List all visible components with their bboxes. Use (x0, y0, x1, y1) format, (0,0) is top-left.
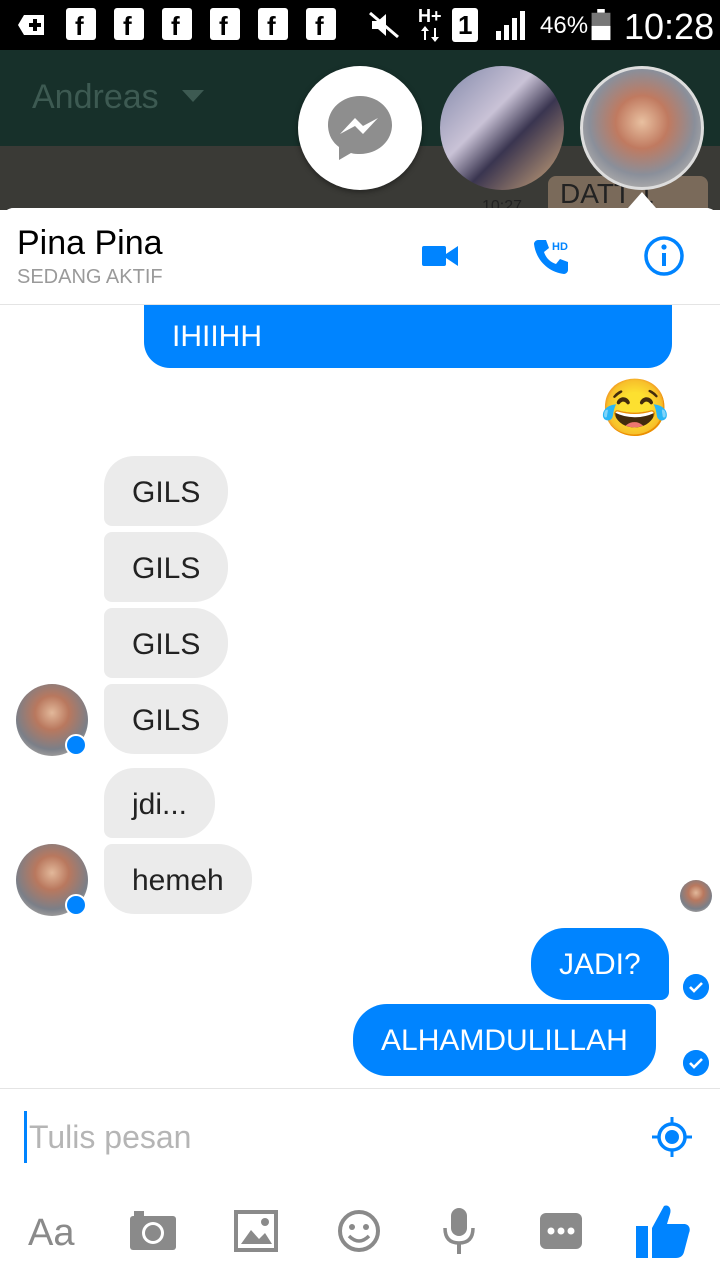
message-input[interactable] (24, 1111, 631, 1163)
messenger-badge-icon (65, 734, 87, 756)
background-app-title: Andreas (32, 78, 159, 116)
hd-label: HD (552, 241, 568, 253)
add-notification-icon (18, 15, 44, 35)
seen-indicator-avatar (680, 880, 712, 912)
camera-icon[interactable] (128, 1206, 178, 1256)
like-icon[interactable] (634, 1200, 692, 1260)
messenger-icon (328, 96, 392, 160)
sent-check-icon (683, 974, 709, 1000)
battery-percent: 46% (540, 12, 589, 39)
data-arrows-icon (421, 26, 439, 42)
sent-check-icon (683, 1050, 709, 1076)
incoming-message[interactable]: GILS (104, 532, 229, 602)
outgoing-message[interactable]: ALHAMDULILLAH (353, 1004, 656, 1076)
gallery-icon[interactable] (232, 1206, 282, 1256)
incoming-message[interactable]: GILS (104, 456, 229, 526)
messenger-chat-head[interactable] (298, 66, 422, 190)
signal-icon (496, 11, 525, 40)
more-icon[interactable] (536, 1206, 586, 1256)
facebook-notification-icon: f (258, 8, 288, 41)
location-icon[interactable] (652, 1117, 692, 1157)
outgoing-message[interactable]: IHIIHH (144, 304, 672, 368)
battery-icon (591, 9, 611, 41)
composer-toolbar: Aa (0, 1182, 720, 1280)
hd-voice-call-icon[interactable]: HD (530, 234, 574, 278)
emoji-message[interactable]: 😂 (600, 374, 670, 442)
facebook-notification-icon: f (210, 8, 240, 41)
incoming-message[interactable]: jdi... (104, 768, 216, 838)
chat-head-pointer (628, 192, 656, 208)
outgoing-message[interactable]: JADI? (531, 928, 669, 1000)
incoming-message[interactable]: hemeh (104, 844, 252, 914)
composer (0, 1088, 720, 1183)
mic-icon[interactable] (434, 1206, 484, 1256)
incoming-message[interactable]: GILS (104, 684, 229, 754)
clock: 10:28 (624, 6, 715, 47)
video-call-icon[interactable] (418, 234, 462, 278)
chat-header: Pina Pina SEDANG AKTIF HD (0, 208, 720, 305)
chevron-down-icon (182, 90, 204, 102)
chat-head-avatar-active[interactable] (580, 66, 704, 190)
facebook-notification-icon: f (114, 8, 144, 41)
message-list[interactable]: IHIIHH 😂 GILS GILS GILS GILS jdi... heme… (0, 304, 720, 1088)
facebook-notification-icon: f (162, 8, 192, 41)
sim-icon: 1 (452, 8, 478, 42)
chat-head-avatar[interactable] (440, 66, 564, 190)
contact-name[interactable]: Pina Pina (17, 224, 163, 263)
contact-status: SEDANG AKTIF (17, 266, 163, 288)
chat-window: Pina Pina SEDANG AKTIF HD IHIIHH 😂 GILS … (0, 208, 720, 1280)
emoji-icon[interactable] (334, 1206, 384, 1256)
mute-icon (369, 11, 399, 39)
facebook-notification-icon: f (306, 8, 336, 41)
messenger-badge-icon (65, 894, 87, 916)
network-type: H+ (418, 6, 442, 26)
incoming-message[interactable]: GILS (104, 608, 229, 678)
facebook-notification-icon: f (66, 8, 96, 41)
status-bar: f f f f f f H+ 1 46% 10:28 (0, 0, 720, 50)
text-icon[interactable]: Aa (28, 1212, 74, 1255)
info-icon[interactable] (642, 234, 686, 278)
